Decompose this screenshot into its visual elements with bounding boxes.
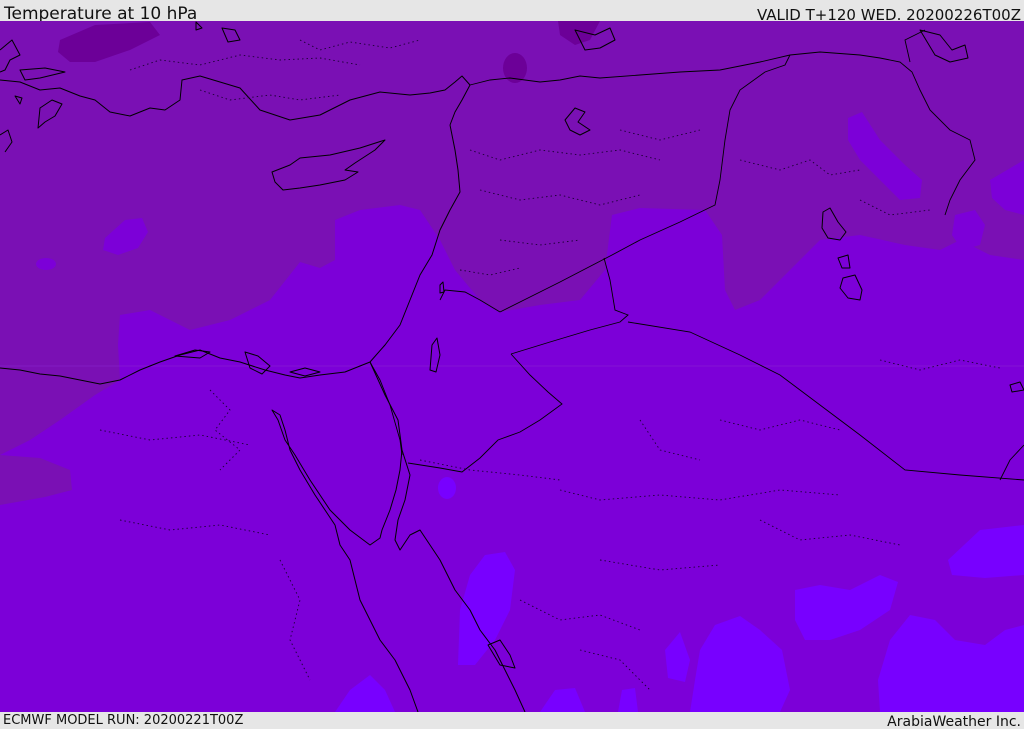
credit-label: ArabiaWeather Inc. bbox=[887, 714, 1021, 729]
map-frame: Temperature at 10 hPa VALID T+120 WED. 2… bbox=[0, 0, 1024, 729]
map-canvas bbox=[0, 21, 1024, 712]
footer-bar: ECMWF MODEL RUN: 20200221T00Z ArabiaWeat… bbox=[0, 712, 1024, 729]
temperature-cool-blob-2 bbox=[36, 258, 56, 270]
header-bar: Temperature at 10 hPa VALID T+120 WED. 2… bbox=[0, 0, 1024, 24]
model-run: ECMWF MODEL RUN: 20200221T00Z bbox=[3, 713, 244, 728]
weather-map bbox=[0, 21, 1024, 712]
